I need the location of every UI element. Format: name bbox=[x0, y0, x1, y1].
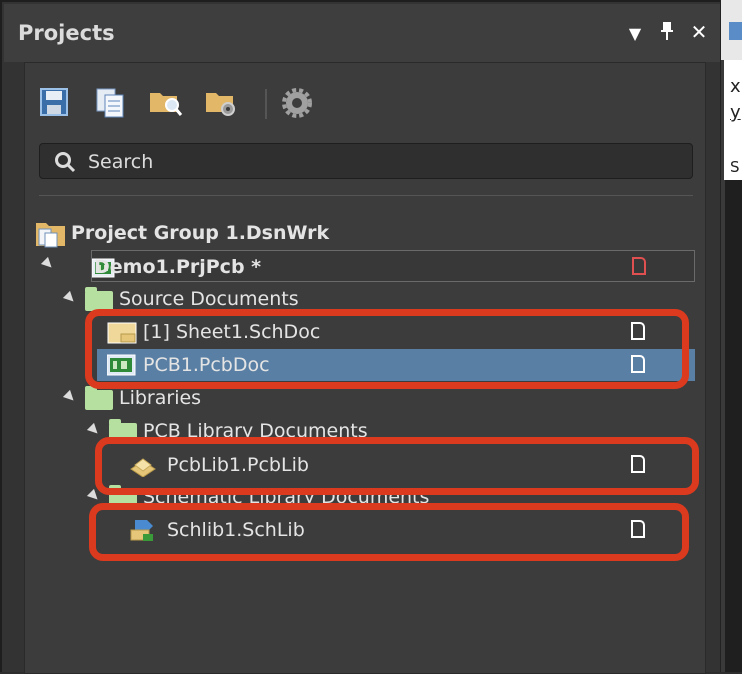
copy-documents-icon[interactable] bbox=[95, 87, 127, 119]
adjacent-panel-scrollbar[interactable] bbox=[725, 180, 742, 672]
y-label: y bbox=[730, 102, 741, 123]
panel-titlebar: Projects ▼ ✕ bbox=[4, 4, 720, 62]
collapse-project-icon[interactable] bbox=[40, 256, 56, 272]
find-folder-icon[interactable] bbox=[149, 87, 183, 119]
projects-panel: Projects ▼ ✕ Search Project Group 1.DsnW… bbox=[0, 0, 720, 674]
collapse-libraries-icon[interactable] bbox=[62, 389, 78, 405]
annotation-highlight-schlib bbox=[89, 503, 689, 561]
pin-icon[interactable] bbox=[656, 20, 678, 44]
search-box[interactable] bbox=[39, 143, 693, 179]
panel-title: Projects bbox=[18, 21, 115, 45]
search-icon bbox=[54, 151, 76, 177]
modified-document-icon bbox=[632, 257, 646, 275]
folder-settings-icon[interactable] bbox=[205, 87, 237, 119]
project-label: Demo1.PrjPcb * bbox=[94, 256, 262, 278]
adjacent-panel-header bbox=[721, 0, 742, 60]
panel-content: Project Group 1.DsnWrk Demo1.PrjPcb * So… bbox=[24, 62, 706, 674]
close-button[interactable]: ✕ bbox=[688, 20, 710, 44]
folder-icon bbox=[85, 386, 113, 410]
search-input[interactable] bbox=[86, 148, 670, 176]
project-group-icon bbox=[35, 219, 67, 254]
gear-icon[interactable] bbox=[281, 87, 313, 119]
folder-icon bbox=[85, 287, 113, 311]
s-label: S bbox=[730, 158, 740, 176]
collapse-source-icon[interactable] bbox=[62, 290, 78, 306]
adjacent-panel-strip: x y S bbox=[720, 0, 742, 672]
toolbar-separator bbox=[265, 89, 267, 119]
tree-item-project[interactable]: Demo1.PrjPcb * bbox=[91, 250, 695, 282]
toolbar-divider bbox=[39, 195, 693, 196]
annotation-highlight-pcblib bbox=[95, 437, 699, 495]
adjacent-panel-body: x y S bbox=[724, 60, 742, 180]
save-icon[interactable] bbox=[39, 87, 71, 119]
panel-menu-button[interactable]: ▼ bbox=[624, 24, 646, 48]
collapse-pcb-library-icon[interactable] bbox=[86, 422, 102, 438]
x-label: x bbox=[730, 76, 741, 97]
tree-item-project-group[interactable]: Project Group 1.DsnWrk bbox=[35, 217, 695, 249]
document-tab-icon[interactable] bbox=[729, 22, 742, 40]
annotation-highlight-documents bbox=[85, 309, 689, 389]
